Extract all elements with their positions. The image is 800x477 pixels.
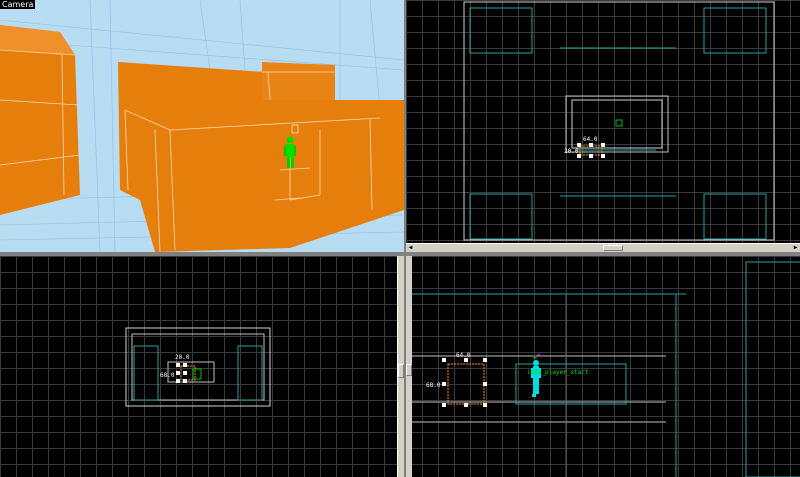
scroll-thumb[interactable]: [398, 364, 404, 378]
pillar-bottom-right[interactable]: [703, 193, 767, 240]
side-player-figure[interactable]: [531, 360, 541, 397]
camera-viewport[interactable]: Camera: [0, 0, 404, 252]
camera-label: Camera: [0, 0, 36, 9]
brush-top-box[interactable]: [262, 62, 335, 100]
top-view-horizontal-scrollbar[interactable]: ◀ ▶: [406, 243, 800, 252]
side-view-vertical-scrollbar[interactable]: [406, 256, 412, 477]
side-dim-height: 68.0: [426, 382, 441, 389]
top-dim-width: 64.0: [583, 136, 598, 143]
front-view-vertical-scrollbar[interactable]: [397, 256, 404, 477]
scroll-thumb[interactable]: [603, 245, 623, 251]
pillar-bottom-left[interactable]: [469, 193, 533, 240]
scroll-right-icon[interactable]: ▶: [791, 244, 800, 252]
side-viewport[interactable]: 64.0 68.0 info_player_start: [406, 256, 800, 477]
pillar-top-right[interactable]: [703, 7, 767, 54]
side-wall-right[interactable]: [745, 261, 800, 477]
front-view-geometry: 20.0 68.0: [125, 327, 271, 407]
outer-room-outline[interactable]: [463, 1, 775, 241]
side-selection-handles[interactable]: [442, 358, 487, 407]
player-start-marker[interactable]: [615, 119, 623, 127]
front-pillar-left[interactable]: [133, 345, 159, 401]
camera-scene: [0, 0, 404, 252]
side-dim-width: 64.0: [456, 352, 471, 359]
top-viewport[interactable]: 64.0 20.0: [406, 0, 800, 243]
front-dim-width: 20.0: [175, 354, 190, 361]
scroll-thumb[interactable]: [406, 364, 412, 376]
top-dim-height: 20.0: [564, 148, 579, 155]
front-outer-outline[interactable]: [125, 327, 271, 407]
front-player-start[interactable]: [192, 368, 202, 380]
top-view-geometry: 64.0 20.0: [463, 1, 775, 241]
brush-center[interactable]: [118, 62, 404, 252]
scroll-left-icon[interactable]: ◀: [406, 244, 415, 252]
front-dim-height: 68.0: [160, 372, 175, 379]
side-view-geometry: 64.0 68.0 info_player_start: [406, 261, 800, 477]
front-viewport[interactable]: 20.0 68.0: [0, 256, 404, 477]
selected-brush-side[interactable]: [447, 363, 485, 405]
pillar-top-left[interactable]: [469, 7, 533, 54]
front-pillar-right[interactable]: [237, 345, 263, 401]
entity-label: info_player_start: [527, 369, 589, 376]
